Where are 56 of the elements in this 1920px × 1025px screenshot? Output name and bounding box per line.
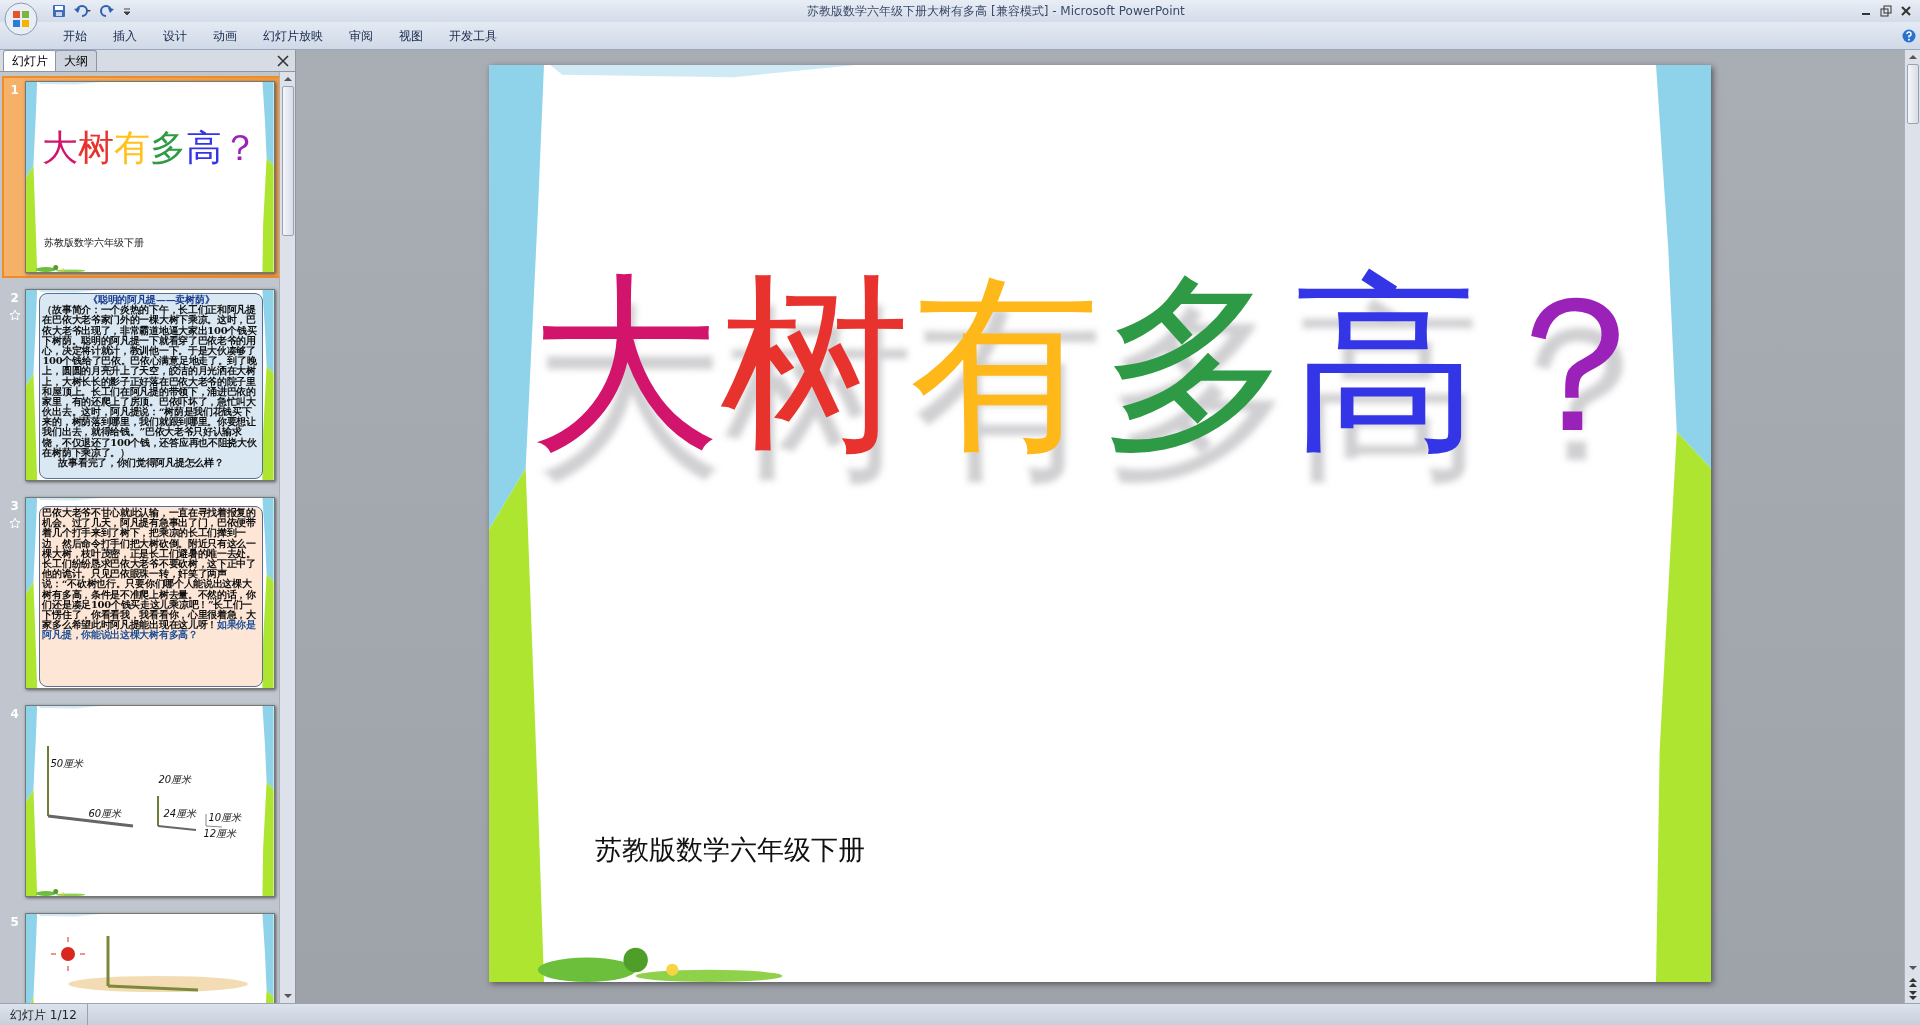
- close-icon[interactable]: [1900, 5, 1912, 17]
- slide-number: 1: [10, 82, 19, 99]
- undo-icon[interactable]: [74, 4, 92, 18]
- grass-drawing: [36, 888, 86, 896]
- title-character: 多: [150, 130, 187, 166]
- title-character: 高: [1290, 270, 1480, 460]
- title-character: 大: [530, 270, 720, 460]
- save-icon[interactable]: [52, 4, 66, 18]
- slide-number: 5: [10, 914, 19, 931]
- slide-number: 2: [10, 290, 19, 307]
- slide-thumbnail[interactable]: [25, 497, 275, 689]
- question-text: 故事看完了，你们觉得阿凡提怎么样？: [58, 458, 225, 469]
- subtitle-text: 苏教版数学六年级下册: [44, 236, 145, 250]
- panel-tab[interactable]: 幻灯片: [3, 50, 57, 71]
- ribbon-tab[interactable]: 开始: [50, 24, 100, 47]
- slide-thumbnail[interactable]: 50厘米 60厘米 20厘米 24厘米 10厘米 12厘米: [25, 705, 275, 897]
- measurement-label: 50厘米: [50, 757, 84, 771]
- story-text: 巴依大老爷不甘心就此认输，一直在寻找着报复的机会。过了几天，阿凡提有急事出了门，巴依便带着几个打手来到了树下，把乘凉的长工们撵到一边，然后命令打手们把大树砍倒。附近只有这么一棵大树，枝叶茂密，正是长工们避暑的唯一去处。长工们纷纷恳求巴依大老爷不要砍树，这下正中了他的诡计。只见巴依眼珠一转，奸笑了两声说：“不砍树也行。只要你们哪个人能说出这棵大树有多高，条件是不准爬上树去量。不然的话，你们还是凑足100个钱买走这儿乘凉吧！”长工们一下愣住了，你看看我，我看看你，心里很着急，大家多么希望此时阿凡提能出现在这儿呀！如果你是阿凡提，你能说出这棵大树有多高？: [42, 508, 257, 641]
- slide-thumbnail[interactable]: 大树有多高？ 苏教版数学六年级下册: [25, 81, 275, 273]
- grass-drawing: [36, 264, 86, 272]
- ribbon-tab[interactable]: 审阅: [336, 24, 386, 47]
- restore-icon[interactable]: [1880, 5, 1892, 17]
- slide-number: 4: [10, 706, 19, 723]
- customize-caret-icon[interactable]: [122, 5, 132, 17]
- ribbon-tab[interactable]: 开发工具: [436, 24, 510, 47]
- redo-icon[interactable]: [100, 4, 114, 18]
- title-character: 有: [114, 130, 151, 166]
- measurement-label: 24厘米: [163, 807, 197, 821]
- measurement-label: 12厘米: [203, 827, 237, 841]
- scrollbar-thumb[interactable]: [281, 86, 294, 236]
- slide-counter: 幻灯片 1/12: [0, 1004, 88, 1025]
- story-text: （故事简介：一个炎热的下午，长工们正和阿凡提在巴依大老爷家门外的一棵大树下乘凉。这时，巴依大老爷出现了，非常霸道地逼大家出100个钱买下树荫。聪明的阿凡提一下就看穿了巴依老爷的用心，决定将计就计，教训他一下。于是大伙凑够了100个钱给了巴依。巴依心满意足地走了。到了晚上，圆圆的月亮升上了天空，皎洁的月光洒在大树上，大树长长的影子正好落在巴依大老爷的院子里和屋顶上。长工们在阿凡提的带领下，涌进巴依的家里，有的还爬上了房顶。巴依吓坏了，急忙叫大伙出去。这时，阿凡提说：“树荫是我们花钱买下来的，树荫落到哪里，我们就跟到哪里。你要想让我们出去，就得给钱。”巴依大老爷只好认输求饶，不仅退还了100个钱，还答应再也不阻挠大伙在树荫下乘凉了。）: [42, 305, 258, 458]
- measurement-label: 20厘米: [158, 773, 192, 787]
- story-heading: 《聪明的阿凡提——卖树荫》: [87, 295, 216, 305]
- title-character: ？: [1480, 270, 1670, 460]
- title-character: 树: [78, 130, 115, 166]
- measurement-label: 60厘米: [88, 807, 122, 821]
- help-icon[interactable]: [1902, 28, 1916, 43]
- ribbon-tab[interactable]: 插入: [100, 24, 150, 47]
- measurement-label: 10厘米: [208, 811, 242, 825]
- panel-tab[interactable]: 大纲: [55, 50, 97, 71]
- scrollbar-thumb[interactable]: [1906, 64, 1919, 124]
- title-character: 树: [720, 270, 910, 460]
- title-character: 大: [42, 130, 79, 166]
- slide-number: 3: [10, 498, 19, 515]
- ribbon-tab[interactable]: 幻灯片放映: [250, 24, 336, 47]
- close-icon[interactable]: [277, 55, 289, 67]
- title-character: 高: [186, 130, 223, 166]
- ribbon-tab[interactable]: 动画: [200, 24, 250, 47]
- title-character: 有: [910, 270, 1100, 460]
- title-character: ？: [222, 130, 259, 166]
- ribbon-tab[interactable]: 视图: [386, 24, 436, 47]
- window-title: 苏教版数学六年级下册大树有多高 [兼容模式] - Microsoft PowerPoint: [806, 3, 1186, 20]
- title-character: 多: [1100, 270, 1290, 460]
- ribbon-tab[interactable]: 设计: [150, 24, 200, 47]
- subtitle-text: 苏教版数学六年级下册: [595, 832, 865, 867]
